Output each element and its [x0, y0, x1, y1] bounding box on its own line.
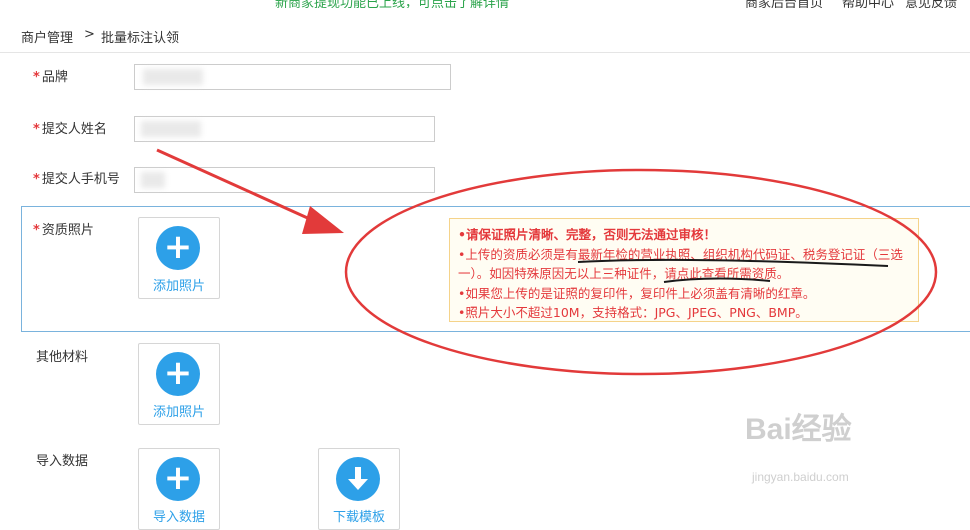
submitter-name-input[interactable]: [134, 116, 435, 142]
add-other-material-button[interactable]: + 添加照片: [138, 343, 220, 425]
add-qualification-photo-button[interactable]: + 添加照片: [138, 217, 220, 299]
redacted-value: [143, 69, 203, 85]
download-arrow-icon: [336, 457, 380, 501]
submitter-phone-input[interactable]: [134, 167, 435, 193]
top-link-home[interactable]: 商家后台首页: [745, 0, 823, 8]
qualification-label: * 资质照片: [33, 223, 94, 238]
required-mark: *: [33, 70, 40, 85]
plus-icon: +: [156, 226, 200, 270]
breadcrumb-current: 批量标注认领: [101, 31, 180, 46]
plus-icon: +: [156, 352, 200, 396]
redacted-value: [141, 172, 165, 188]
add-photo-caption: 添加照片: [152, 279, 205, 294]
top-link-help[interactable]: 帮助中心: [842, 0, 894, 8]
import-data-button[interactable]: + 导入数据: [138, 448, 220, 530]
required-mark: *: [33, 172, 40, 187]
breadcrumb: 商户管理 > 批量标注认领: [0, 22, 970, 53]
required-mark: *: [33, 122, 40, 137]
breadcrumb-parent[interactable]: 商户管理: [21, 27, 73, 46]
brand-label: * 品牌: [33, 70, 68, 85]
download-template-caption: 下载模板: [332, 510, 385, 525]
required-mark: *: [33, 223, 40, 238]
plus-icon: +: [156, 457, 200, 501]
upload-notice: •请保证照片清晰、完整，否则无法通过审核！ •上传的资质必须是有最新年检的营业执…: [449, 218, 919, 322]
baidu-watermark-url: jingyan.baidu.com: [752, 470, 849, 484]
top-bar: 新商家提现功能已上线，可点击了解详情 商家后台首页 帮助中心 意见反馈: [0, 0, 970, 8]
add-photo-caption: 添加照片: [152, 405, 205, 420]
brand-input[interactable]: [134, 64, 451, 90]
top-notice-text[interactable]: 新商家提现功能已上线，可点击了解详情: [275, 0, 509, 8]
submitter-phone-label: * 提交人手机号: [33, 172, 120, 187]
baidu-watermark-logo: Bai经验: [745, 413, 852, 446]
other-materials-label: 其他材料: [36, 350, 89, 365]
redacted-value: [141, 121, 201, 137]
import-data-caption: 导入数据: [152, 510, 205, 525]
notice-line-3: •如果您上传的是证照的复印件，复印件上必须盖有清晰的红章。: [458, 285, 816, 301]
top-link-feedback[interactable]: 意见反馈: [905, 0, 957, 8]
notice-line-4: •照片大小不超过10M，支持格式：JPG、JPEG、PNG、BMP。: [458, 305, 808, 320]
notice-line-2: •上传的资质必须是有最新年检的营业执照、组织机构代码证、税务登记证（三选一）。如…: [458, 246, 903, 282]
submitter-name-label: * 提交人姓名: [33, 122, 107, 137]
download-template-button[interactable]: 下载模板: [318, 448, 400, 530]
import-data-label: 导入数据: [36, 454, 89, 469]
notice-line-1: •请保证照片清晰、完整，否则无法通过审核！: [458, 227, 716, 242]
breadcrumb-separator: >: [84, 27, 95, 42]
